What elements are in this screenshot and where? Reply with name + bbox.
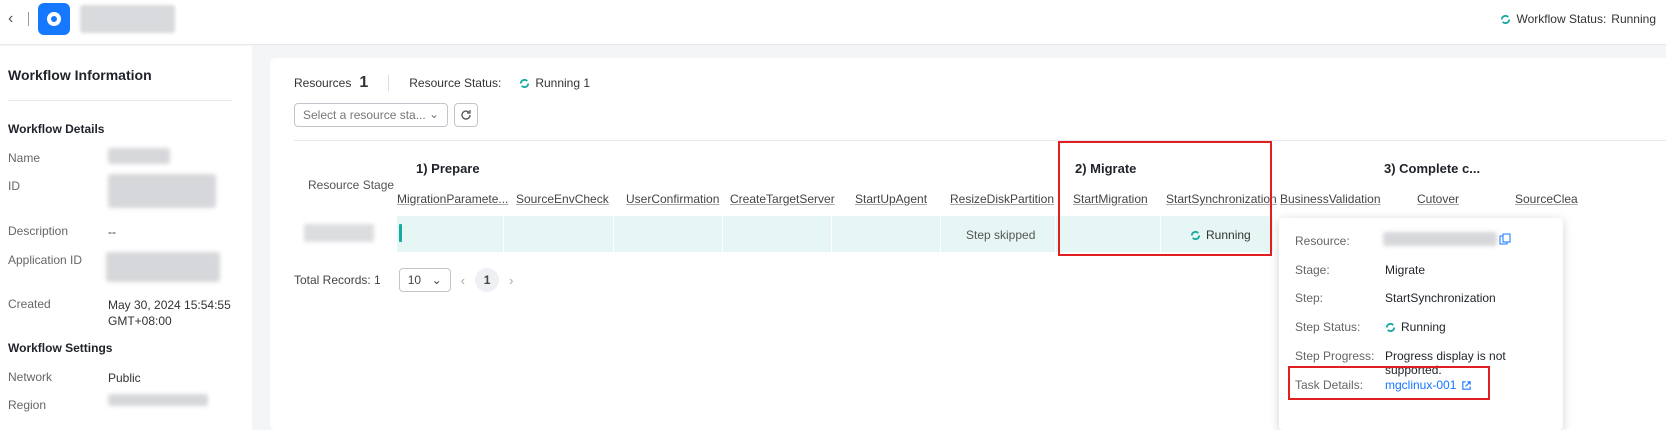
resource-status-label: Resource Status: — [409, 76, 502, 90]
cell-divider — [503, 216, 504, 252]
stage-select-placeholder: Select a resource sta... — [303, 108, 426, 122]
column-header[interactable]: Cutover — [1417, 192, 1459, 206]
settings-heading: Workflow Settings — [8, 341, 113, 355]
created-timezone: GMT+08:00 — [108, 314, 172, 328]
resource-label: Resource: — [1295, 234, 1350, 248]
network-value: Public — [108, 371, 141, 385]
step-status-label: Step Status: — [1295, 320, 1361, 334]
pagination: Total Records: 1 10 ⌄ ‹ 1 › — [294, 268, 523, 292]
total-records: Total Records: 1 — [294, 273, 381, 287]
cell-divider — [613, 216, 614, 252]
id-value-redacted — [108, 174, 216, 208]
name-label: Name — [8, 151, 41, 165]
network-label: Network — [8, 370, 53, 384]
cell-divider — [722, 216, 723, 252]
description-value: -- — [108, 225, 116, 239]
resource-stage-header: Resource Stage — [308, 178, 395, 192]
task-details-highlight-box — [1288, 366, 1490, 400]
divider — [28, 12, 29, 26]
application-id-redacted — [106, 252, 220, 282]
stage-value: Migrate — [1385, 263, 1426, 277]
column-header[interactable]: MigrationParamete... — [397, 192, 508, 206]
created-value: May 30, 2024 15:54:55 — [108, 298, 231, 312]
resources-count: 1 — [359, 74, 369, 91]
column-header[interactable]: StartUpAgent — [855, 192, 927, 206]
workflow-info-panel: Workflow Information Workflow Details Na… — [0, 46, 252, 430]
cell-divider — [940, 216, 941, 252]
resize-step-status[interactable]: Step skipped — [966, 228, 1035, 242]
resource-summary: Resources 1 Resource Status: Running 1 — [294, 74, 590, 92]
panel-title: Workflow Information — [8, 67, 152, 83]
region-value-redacted — [108, 394, 208, 406]
workflow-status-label: Workflow Status: — [1516, 12, 1607, 26]
stage-select[interactable]: Select a resource sta... ⌄ — [294, 103, 448, 127]
back-arrow-icon[interactable]: ‹ — [8, 10, 13, 28]
column-header[interactable]: BusinessValidation — [1280, 192, 1381, 206]
application-id-label: Application ID — [8, 253, 83, 267]
column-header[interactable]: CreateTargetServer — [730, 192, 835, 206]
page-number[interactable]: 1 — [475, 268, 500, 292]
resource-name-redacted — [304, 224, 374, 242]
name-value-redacted — [108, 148, 170, 164]
created-label: Created — [8, 297, 51, 311]
prev-page-icon[interactable]: ‹ — [461, 273, 465, 288]
column-header[interactable]: SourceEnvCheck — [516, 192, 609, 206]
step-label: Step: — [1295, 291, 1324, 305]
next-page-icon[interactable]: › — [509, 273, 513, 288]
step-status-value: Running — [1401, 320, 1446, 334]
step-status: Running — [1385, 320, 1446, 334]
panel-divider — [8, 100, 232, 101]
refresh-icon — [461, 110, 471, 120]
description-label: Description — [8, 224, 69, 238]
cell-divider — [1055, 216, 1056, 252]
stage-complete: 3) Complete c... — [1384, 161, 1481, 176]
page-size-value: 10 — [407, 273, 422, 287]
chevron-down-icon: ⌄ — [431, 273, 442, 287]
stage-prepare: 1) Prepare — [416, 161, 480, 176]
column-header[interactable]: SourceClea — [1515, 192, 1578, 206]
resource-status: Running 1 — [519, 76, 590, 90]
copy-icon[interactable] — [1499, 232, 1511, 250]
progress-indicator — [399, 224, 402, 242]
running-icon — [1385, 322, 1396, 332]
stage-label: Stage: — [1295, 263, 1330, 277]
resource-value-redacted — [1383, 232, 1497, 246]
refresh-button[interactable] — [454, 103, 478, 127]
running-icon — [520, 78, 530, 88]
details-heading: Workflow Details — [8, 122, 105, 136]
column-header[interactable]: UserConfirmation — [626, 192, 719, 206]
toolbar-divider — [294, 140, 1666, 141]
column-header[interactable]: ResizeDiskPartition — [950, 192, 1054, 206]
page-size-select[interactable]: 10 ⌄ — [398, 268, 451, 292]
region-label: Region — [8, 398, 47, 412]
resources-label: Resources — [294, 76, 352, 90]
workflow-status-value: Running — [1611, 12, 1656, 26]
migrate-highlight-box — [1058, 141, 1272, 256]
chevron-down-icon: ⌄ — [428, 107, 439, 121]
top-bar: ‹ Workflow Status: Running — [0, 0, 1666, 45]
cell-divider — [831, 216, 832, 252]
resource-status-value: Running 1 — [535, 76, 591, 90]
summary-divider — [388, 75, 390, 91]
step-details-popover: Resource: Stage: Migrate Step: StartSync… — [1279, 218, 1563, 430]
workflow-status: Workflow Status: Running — [1500, 12, 1656, 26]
app-logo-icon — [38, 3, 70, 35]
workflow-name-redacted — [80, 5, 175, 33]
step-progress-label: Step Progress: — [1295, 349, 1375, 363]
id-label: ID — [8, 179, 20, 193]
step-value: StartSynchronization — [1385, 291, 1496, 305]
running-icon — [1501, 14, 1511, 24]
